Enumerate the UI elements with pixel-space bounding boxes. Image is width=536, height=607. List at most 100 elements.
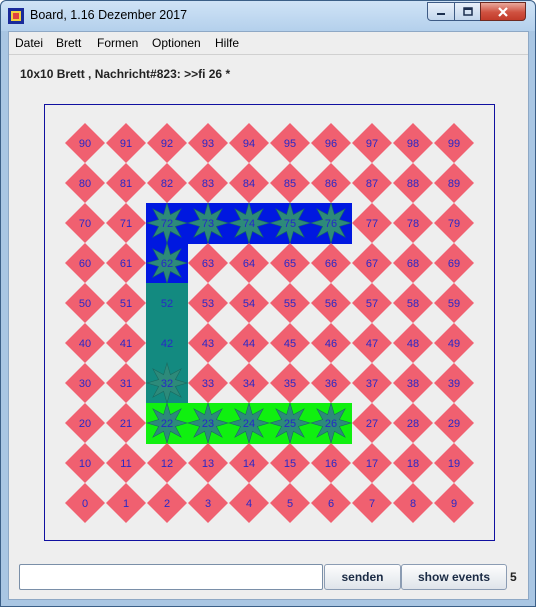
app-icon: [8, 8, 24, 24]
cell-number: 69: [448, 258, 460, 270]
cell-number: 82: [161, 178, 173, 190]
cell-number: 32: [161, 378, 173, 390]
title-bar[interactable]: Board, 1.16 Dezember 2017: [1, 1, 535, 31]
cell-number: 49: [448, 338, 460, 350]
cell-number: 56: [325, 298, 337, 310]
cell-number: 79: [448, 218, 460, 230]
cell-number: 51: [120, 298, 132, 310]
client-area: Datei Brett Formen Optionen Hilfe 10x10 …: [8, 31, 529, 600]
cell-number: 62: [161, 258, 173, 270]
command-input[interactable]: [19, 564, 323, 590]
cell-number: 5: [287, 498, 293, 510]
cell-number: 60: [79, 258, 91, 270]
event-count: 5: [510, 570, 517, 584]
cell-number: 16: [325, 458, 337, 470]
cell-number: 20: [79, 418, 91, 430]
cell-number: 29: [448, 418, 460, 430]
cell-number: 2: [164, 498, 170, 510]
cell-number: 73: [202, 218, 214, 230]
cell-number: 37: [366, 378, 378, 390]
cell-number: 83: [202, 178, 214, 190]
cell-number: 18: [407, 458, 419, 470]
cell-number: 9: [451, 498, 457, 510]
cell-number: 28: [407, 418, 419, 430]
cell-number: 41: [120, 338, 132, 350]
cell-number: 90: [79, 138, 91, 150]
show-events-button[interactable]: show events: [401, 564, 507, 590]
cell-number: 65: [284, 258, 296, 270]
app-window: Board, 1.16 Dezember 2017 Datei Brett Fo…: [0, 0, 536, 607]
cell-number: 95: [284, 138, 296, 150]
cell-number: 25: [284, 418, 296, 430]
cell-number: 35: [284, 378, 296, 390]
minimize-button[interactable]: [427, 2, 455, 21]
cell-number: 72: [161, 218, 173, 230]
cell-number: 84: [243, 178, 255, 190]
send-button[interactable]: senden: [324, 564, 401, 590]
cell-number: 63: [202, 258, 214, 270]
cell-number: 96: [325, 138, 337, 150]
cell-number: 57: [366, 298, 378, 310]
cell-number: 55: [284, 298, 296, 310]
cell-number: 39: [448, 378, 460, 390]
cell-number: 78: [407, 218, 419, 230]
maximize-icon: [462, 6, 473, 16]
cell-number: 36: [325, 378, 337, 390]
cell-number: 11: [120, 458, 131, 470]
cell-number: 3: [205, 498, 211, 510]
maximize-button[interactable]: [454, 2, 481, 21]
cell-number: 81: [120, 178, 132, 190]
cell-number: 54: [243, 298, 255, 310]
cell-number: 74: [243, 218, 255, 230]
cell-number: 92: [161, 138, 173, 150]
cell-number: 52: [161, 298, 173, 310]
cell-number: 1: [123, 498, 129, 510]
cell-number: 99: [448, 138, 460, 150]
cell-number: 33: [202, 378, 214, 390]
cell-number: 27: [366, 418, 378, 430]
cell-number: 76: [325, 218, 337, 230]
cell-number: 98: [407, 138, 419, 150]
cell-number: 47: [366, 338, 378, 350]
cell-number: 15: [284, 458, 296, 470]
cell-number: 26: [325, 418, 337, 430]
cell-number: 59: [448, 298, 460, 310]
cell-number: 94: [243, 138, 255, 150]
cell-number: 6: [328, 498, 334, 510]
game-board[interactable]: 0 1 2 3 4 5 6 7 8 910 11 12 13 14 15 16 17 18 1920 21 22 23 24…: [9, 32, 528, 599]
cell-number: 70: [79, 218, 91, 230]
cell-number: 67: [366, 258, 378, 270]
cell-number: 86: [325, 178, 337, 190]
cell-number: 44: [243, 338, 255, 350]
cell-number: 14: [243, 458, 255, 470]
cell-number: 58: [407, 298, 419, 310]
minimize-icon: [437, 12, 445, 15]
cell-number: 30: [79, 378, 91, 390]
cell-number: 4: [246, 498, 252, 510]
cell-number: 19: [448, 458, 460, 470]
cell-number: 75: [284, 218, 296, 230]
cell-number: 50: [79, 298, 91, 310]
cell-number: 77: [366, 218, 378, 230]
cell-number: 13: [202, 458, 214, 470]
cell-number: 0: [82, 498, 88, 510]
close-button[interactable]: [480, 2, 526, 21]
cell-number: 40: [79, 338, 91, 350]
cell-number: 71: [120, 218, 132, 230]
cell-number: 17: [366, 458, 378, 470]
cell-number: 91: [120, 138, 132, 150]
cell-number: 53: [202, 298, 214, 310]
cell-number: 66: [325, 258, 337, 270]
cell-number: 42: [161, 338, 173, 350]
cell-number: 87: [366, 178, 378, 190]
cell-number: 23: [202, 418, 214, 430]
cell-number: 38: [407, 378, 419, 390]
cell-number: 8: [410, 498, 416, 510]
cell-number: 24: [243, 418, 255, 430]
cell-number: 93: [202, 138, 214, 150]
cell-number: 34: [243, 378, 255, 390]
cell-number: 61: [120, 258, 132, 270]
cell-number: 45: [284, 338, 296, 350]
cell-number: 43: [202, 338, 214, 350]
window-title: Board, 1.16 Dezember 2017: [30, 8, 188, 22]
